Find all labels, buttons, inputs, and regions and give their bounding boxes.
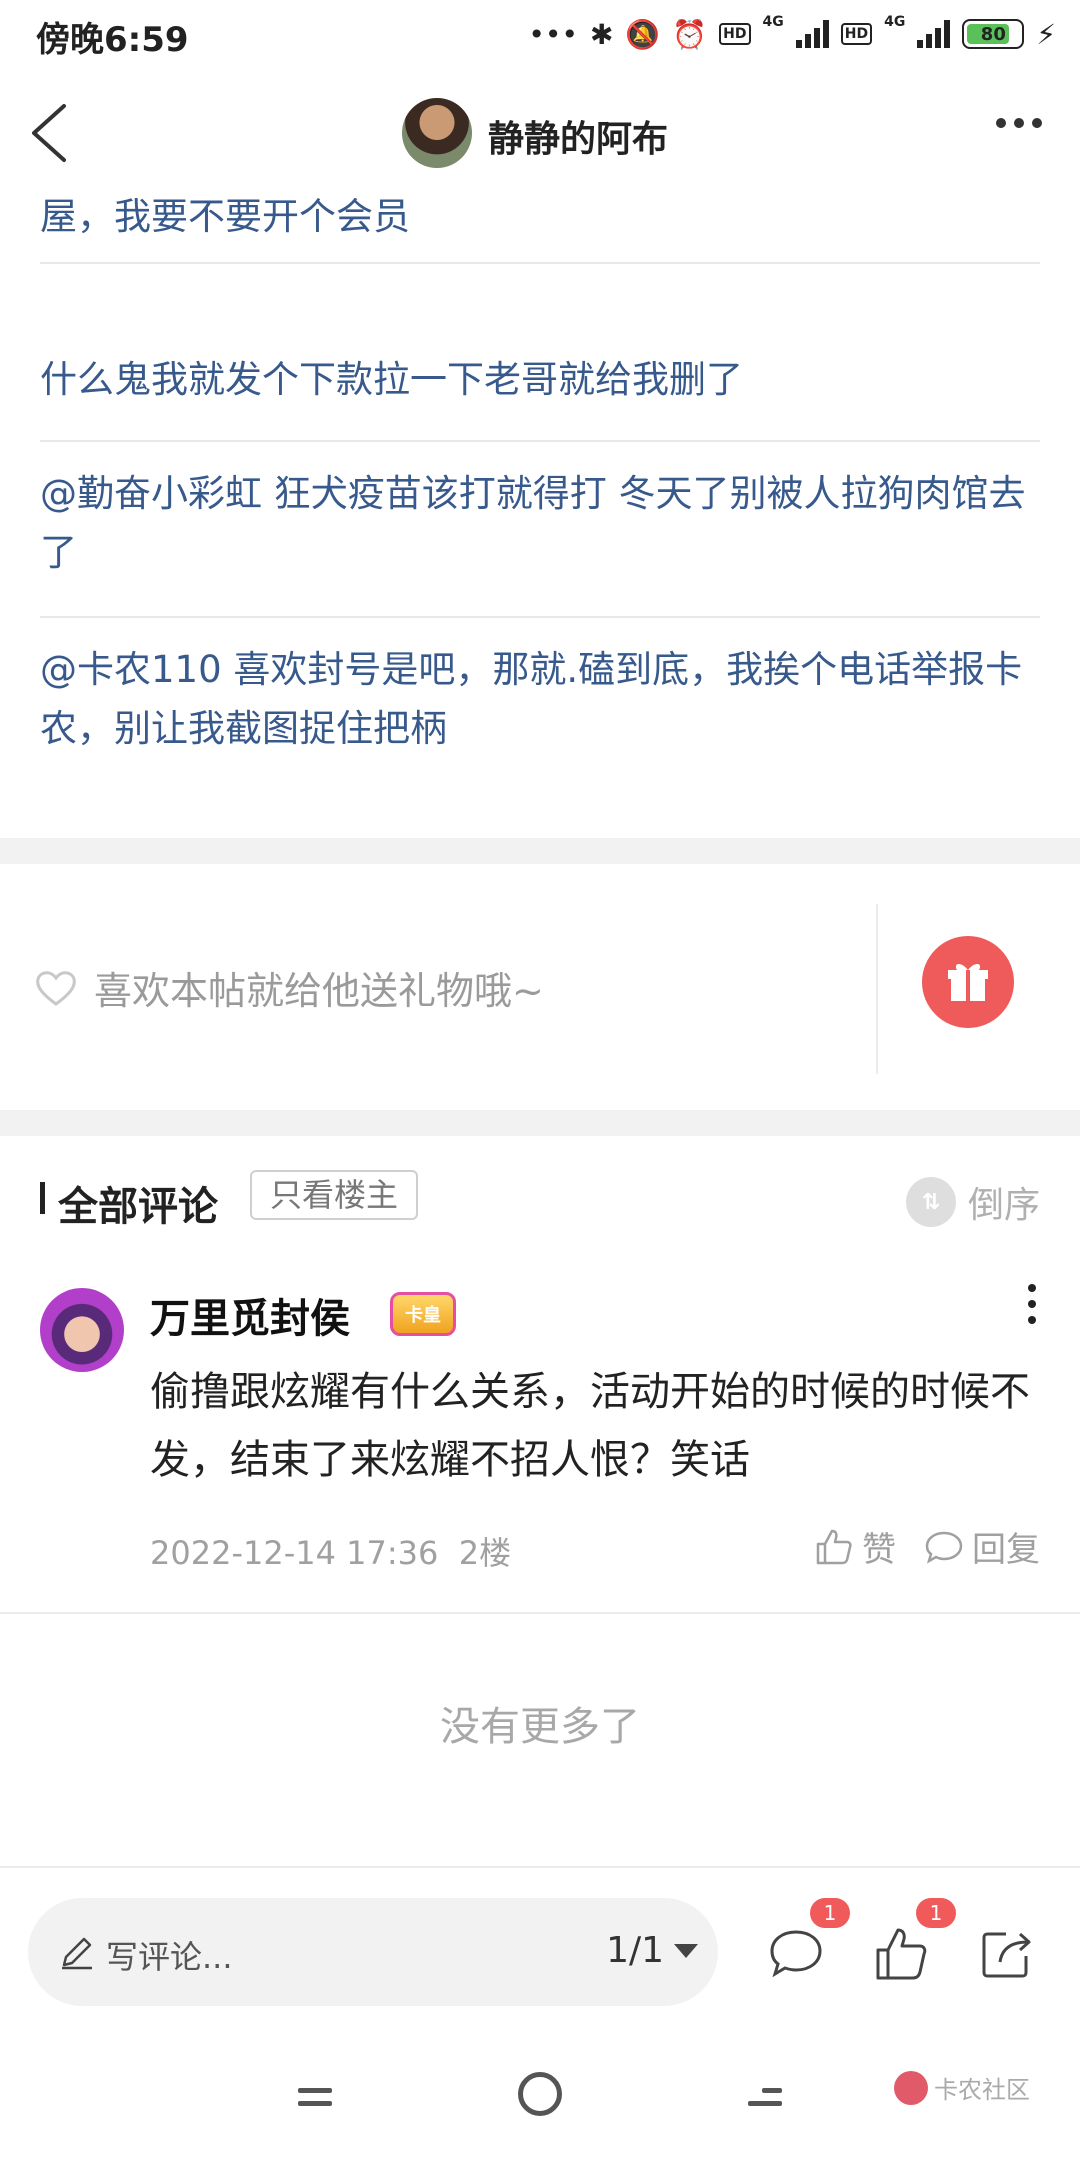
like-count-badge: 1 <box>916 1898 956 1928</box>
page-indicator: 1/1 <box>606 1930 664 1971</box>
comments-title: 全部评论 <box>58 1184 218 1230</box>
back-icon[interactable] <box>748 2088 782 2114</box>
mute-icon: 🔕 <box>625 17 661 51</box>
menu-icon[interactable] <box>298 2088 332 2114</box>
post-paragraph: @勤奋小彩虹 狂犬疫苗该打就得打 冬天了别被人拉狗肉馆去了 <box>40 442 1040 618</box>
no-more-text: 没有更多了 <box>440 1704 640 1750</box>
post-text: 什么鬼我就发个下款拉一下老哥就给我删了 <box>40 358 743 401</box>
comment-placeholder: 写评论... <box>106 1938 233 1976</box>
post-paragraph: 无论发什么都会被小黑屋，复制别人的，别人没事我也是小黑屋，我要不要开个会员 <box>40 198 1040 264</box>
status-bar: 傍晚6:59 ••• ✱ 🔕 ⏰ HD 4G HD 4G 80 ⚡ <box>0 0 1080 68</box>
watermark: 卡农社区 <box>894 2070 1030 2105</box>
post-text: @卡农110 喜欢封号是吧，那就.磕到底，我挨个电话举报卡农，别让我截图捉住把柄 <box>40 648 1023 750</box>
post-text: 无论发什么都会被小黑屋，复制别人的，别人没事我也是小黑屋，我要不要开个会员 <box>40 198 410 238</box>
bluetooth-icon: ✱ <box>589 17 614 51</box>
system-nav-bar: 卡农社区 <box>0 2030 1080 2160</box>
comment-menu-icon[interactable] <box>1028 1284 1036 1324</box>
section-divider <box>0 1110 1080 1136</box>
speech-bubble-icon <box>925 1531 963 1564</box>
comment-body: 偷撸跟炫耀有什么关系，活动开始的时候的时候不发，结束了来炫耀不招人恨？笑话 <box>150 1369 1030 1483</box>
gift-icon <box>948 963 988 1001</box>
title-marker <box>40 1182 45 1214</box>
gift-button[interactable] <box>922 936 1014 1028</box>
post-paragraph: 什么鬼我就发个下款拉一下老哥就给我删了 <box>40 326 1040 442</box>
alarm-icon: ⏰ <box>672 17 708 51</box>
hd-icon: HD <box>840 23 873 45</box>
battery-level: 80 <box>980 23 1006 45</box>
like-comment-button[interactable]: 赞 <box>814 1522 896 1571</box>
hd-icon: HD <box>719 23 751 45</box>
commenter-name[interactable]: 万里觅封侯 <box>150 1286 350 1344</box>
sort-label: 倒序 <box>967 1185 1040 1226</box>
post-paragraph: @卡农110 喜欢封号是吧，那就.磕到底，我挨个电话举报卡农，别让我截图捉住把柄 <box>40 618 1040 758</box>
comment-input-bar: 写评论... 1/1 1 1 <box>0 1866 1080 2030</box>
signal-icon <box>795 20 829 48</box>
kanong-logo-icon <box>894 2070 928 2105</box>
gift-prompt: 喜欢本帖就给他送礼物哦~ <box>94 969 544 1013</box>
signal-icon <box>917 20 951 48</box>
watermark-text: 卡农社区 <box>934 2076 1030 2104</box>
thumbs-up-icon <box>816 1529 852 1564</box>
status-icons: ••• ✱ 🔕 ⏰ HD 4G HD 4G 80 ⚡ <box>528 14 1056 54</box>
sort-icon: ⇅ <box>905 1177 956 1227</box>
divider <box>0 1612 1080 1614</box>
sort-button[interactable]: ⇅ 倒序 <box>905 1176 1040 1228</box>
vip-badge: 卡皇 <box>390 1292 456 1336</box>
more-options-icon[interactable] <box>996 118 1042 128</box>
charging-icon: ⚡ <box>1036 17 1056 51</box>
network-label: 4G <box>884 14 906 30</box>
post-content: 无论发什么都会被小黑屋，复制别人的，别人没事我也是小黑屋，我要不要开个会员 什么… <box>0 198 1080 838</box>
comment-timestamp: 2022-12-14 17:36 <box>150 1534 439 1572</box>
status-time: 傍晚6:59 <box>36 20 189 60</box>
author-only-button[interactable]: 只看楼主 <box>250 1170 419 1220</box>
author-name[interactable]: 静静的阿布 <box>488 110 668 162</box>
thumbs-up-icon[interactable] <box>872 1924 932 1984</box>
reply-comment-button[interactable]: 回复 <box>924 1522 1040 1571</box>
back-arrow-icon[interactable] <box>24 98 84 168</box>
comment-floor: 2楼 <box>458 1534 512 1572</box>
author-avatar[interactable] <box>402 98 472 168</box>
more-notifications-icon: ••• <box>528 17 578 51</box>
gift-section: 喜欢本帖就给他送礼物哦~ <box>0 864 1080 1110</box>
comment-actions: 赞 回复 <box>814 1522 1040 1571</box>
post-text: @勤奋小彩虹 狂犬疫苗该打就得打 冬天了别被人拉狗肉馆去了 <box>40 472 1026 574</box>
comment-item: 万里觅封侯 卡皇 偷撸跟炫耀有什么关系，活动开始的时候的时候不发，结束了来炫耀不… <box>0 1260 1080 1620</box>
comment-meta: 2022-12-14 17:36 2楼 <box>150 1528 511 1574</box>
section-divider <box>0 838 1080 864</box>
pencil-icon <box>62 1937 92 1970</box>
commenter-avatar[interactable] <box>40 1288 124 1372</box>
comment-input[interactable]: 写评论... 1/1 <box>28 1898 718 2006</box>
network-label: 4G <box>762 14 784 30</box>
page-selector[interactable]: 1/1 <box>606 1930 698 1971</box>
reply-label: 回复 <box>972 1530 1040 1570</box>
battery-icon: 80 <box>962 19 1025 49</box>
divider <box>876 904 878 1074</box>
share-icon[interactable] <box>976 1924 1036 1984</box>
comments-section: 全部评论 只看楼主 ⇅ 倒序 万里觅封侯 卡皇 偷撸跟炫耀有什么关系，活动开始的… <box>0 1136 1080 1616</box>
post-header: 静静的阿布 <box>0 68 1080 198</box>
like-label: 赞 <box>862 1530 896 1570</box>
comments-icon[interactable] <box>766 1924 826 1984</box>
home-icon[interactable] <box>518 2072 562 2116</box>
heart-icon[interactable] <box>34 968 78 1008</box>
chevron-down-icon <box>674 1943 698 1958</box>
comments-header: 全部评论 只看楼主 ⇅ 倒序 <box>0 1162 1080 1232</box>
comment-count-badge: 1 <box>810 1898 850 1928</box>
